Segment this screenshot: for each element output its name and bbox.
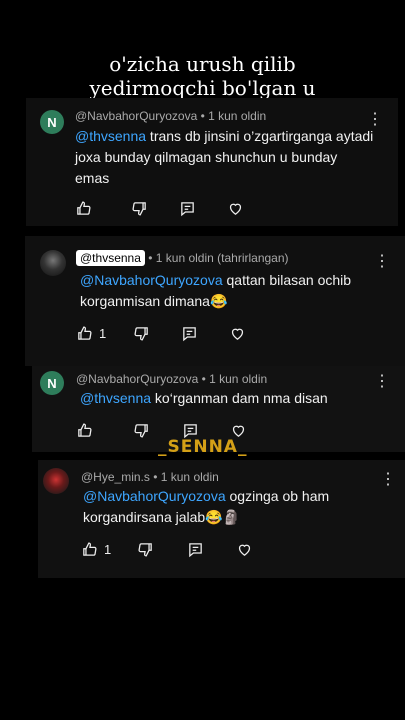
avatar[interactable]: N	[40, 110, 64, 134]
avatar[interactable]: N	[40, 371, 64, 395]
thumbs-down-icon	[138, 543, 152, 557]
comment-text: @NavbahorQuryozova qattan bilasan ochib …	[80, 270, 380, 312]
caption-line-2: yedirmoqchi bo'lgan u	[89, 76, 316, 100]
comment-time: 1 kun oldin	[208, 109, 267, 123]
thumbs-up-icon	[83, 542, 97, 556]
heart-button[interactable]	[227, 200, 244, 217]
avatar[interactable]	[43, 468, 69, 494]
caption-line-1: o'zicha urush qilib	[109, 52, 296, 76]
comment-meta: @NavbahorQuryozova • 1 kun oldin	[75, 109, 267, 123]
like-count: 1	[104, 542, 112, 557]
reply-icon	[189, 543, 202, 558]
thumbs-up-icon	[78, 423, 92, 437]
thumbs-up-icon	[78, 326, 92, 340]
thumbs-down-icon	[132, 202, 146, 216]
heart-icon	[238, 544, 251, 556]
comment-actions: 1	[76, 325, 246, 342]
dislike-button[interactable]	[131, 200, 179, 217]
thumbs-down-icon	[134, 327, 148, 341]
like-button[interactable]: 1	[81, 541, 137, 558]
comment-mention[interactable]: @NavbahorQuryozova	[80, 272, 223, 288]
comment-username[interactable]: @Hye_min.s	[81, 470, 150, 484]
heart-button[interactable]	[236, 541, 253, 558]
like-count: 1	[99, 326, 107, 341]
comment-meta: @Hye_min.s • 1 kun oldin	[81, 470, 219, 484]
comment-actions: 1	[81, 541, 253, 558]
comment-meta: @thvsenna • 1 kun oldin (tahrirlangan)	[76, 250, 289, 266]
dislike-button[interactable]	[137, 541, 187, 558]
more-vert-icon[interactable]: ⋮	[374, 254, 390, 270]
comment-card: @thvsenna • 1 kun oldin (tahrirlangan) ⋮…	[25, 236, 405, 366]
video-caption: o'zicha urush qilib yedirmoqchi bo'lgan …	[0, 52, 405, 100]
comment-text: @thvsenna trans db jinsini o’zgartirgang…	[75, 126, 375, 189]
comment-body: ko‘rganman dam nma disan	[151, 390, 328, 406]
heart-icon	[231, 328, 244, 340]
comment-username[interactable]: @thvsenna	[76, 250, 145, 266]
like-button[interactable]	[75, 200, 131, 217]
comment-mention[interactable]: @thvsenna	[75, 128, 146, 144]
comment-text: @NavbahorQuryozova ogzinga ob ham korgan…	[83, 486, 383, 528]
reply-button[interactable]	[179, 200, 227, 217]
comment-mention[interactable]: @thvsenna	[80, 390, 151, 406]
reply-icon	[183, 327, 196, 342]
reply-button[interactable]	[181, 325, 229, 342]
comment-time: 1 kun oldin	[160, 470, 219, 484]
heart-button[interactable]	[229, 325, 246, 342]
comment-time: 1 kun oldin (tahrirlangan)	[155, 251, 289, 265]
like-button[interactable]: 1	[76, 325, 133, 342]
comment-card: @Hye_min.s • 1 kun oldin ⋮ @NavbahorQury…	[38, 460, 405, 578]
comment-card: N @NavbahorQuryozova • 1 kun oldin ⋮ @th…	[26, 98, 398, 226]
comment-username[interactable]: @NavbahorQuryozova	[76, 372, 198, 386]
comment-time: 1 kun oldin	[209, 372, 268, 386]
thumbs-up-icon	[77, 201, 91, 215]
reply-icon	[181, 202, 194, 217]
avatar[interactable]	[40, 250, 66, 276]
comment-meta: @NavbahorQuryozova • 1 kun oldin	[76, 372, 268, 386]
thumbs-down-icon	[134, 424, 148, 438]
reply-button[interactable]	[187, 541, 236, 558]
heart-icon	[229, 203, 242, 215]
comment-actions	[75, 200, 244, 217]
dislike-button[interactable]	[133, 325, 181, 342]
watermark: _SENNA_	[158, 437, 248, 457]
comment-username[interactable]: @NavbahorQuryozova	[75, 109, 197, 123]
like-button[interactable]	[76, 422, 133, 439]
comment-text: @thvsenna ko‘rganman dam nma disan	[80, 388, 380, 409]
comment-mention[interactable]: @NavbahorQuryozova	[83, 488, 226, 504]
